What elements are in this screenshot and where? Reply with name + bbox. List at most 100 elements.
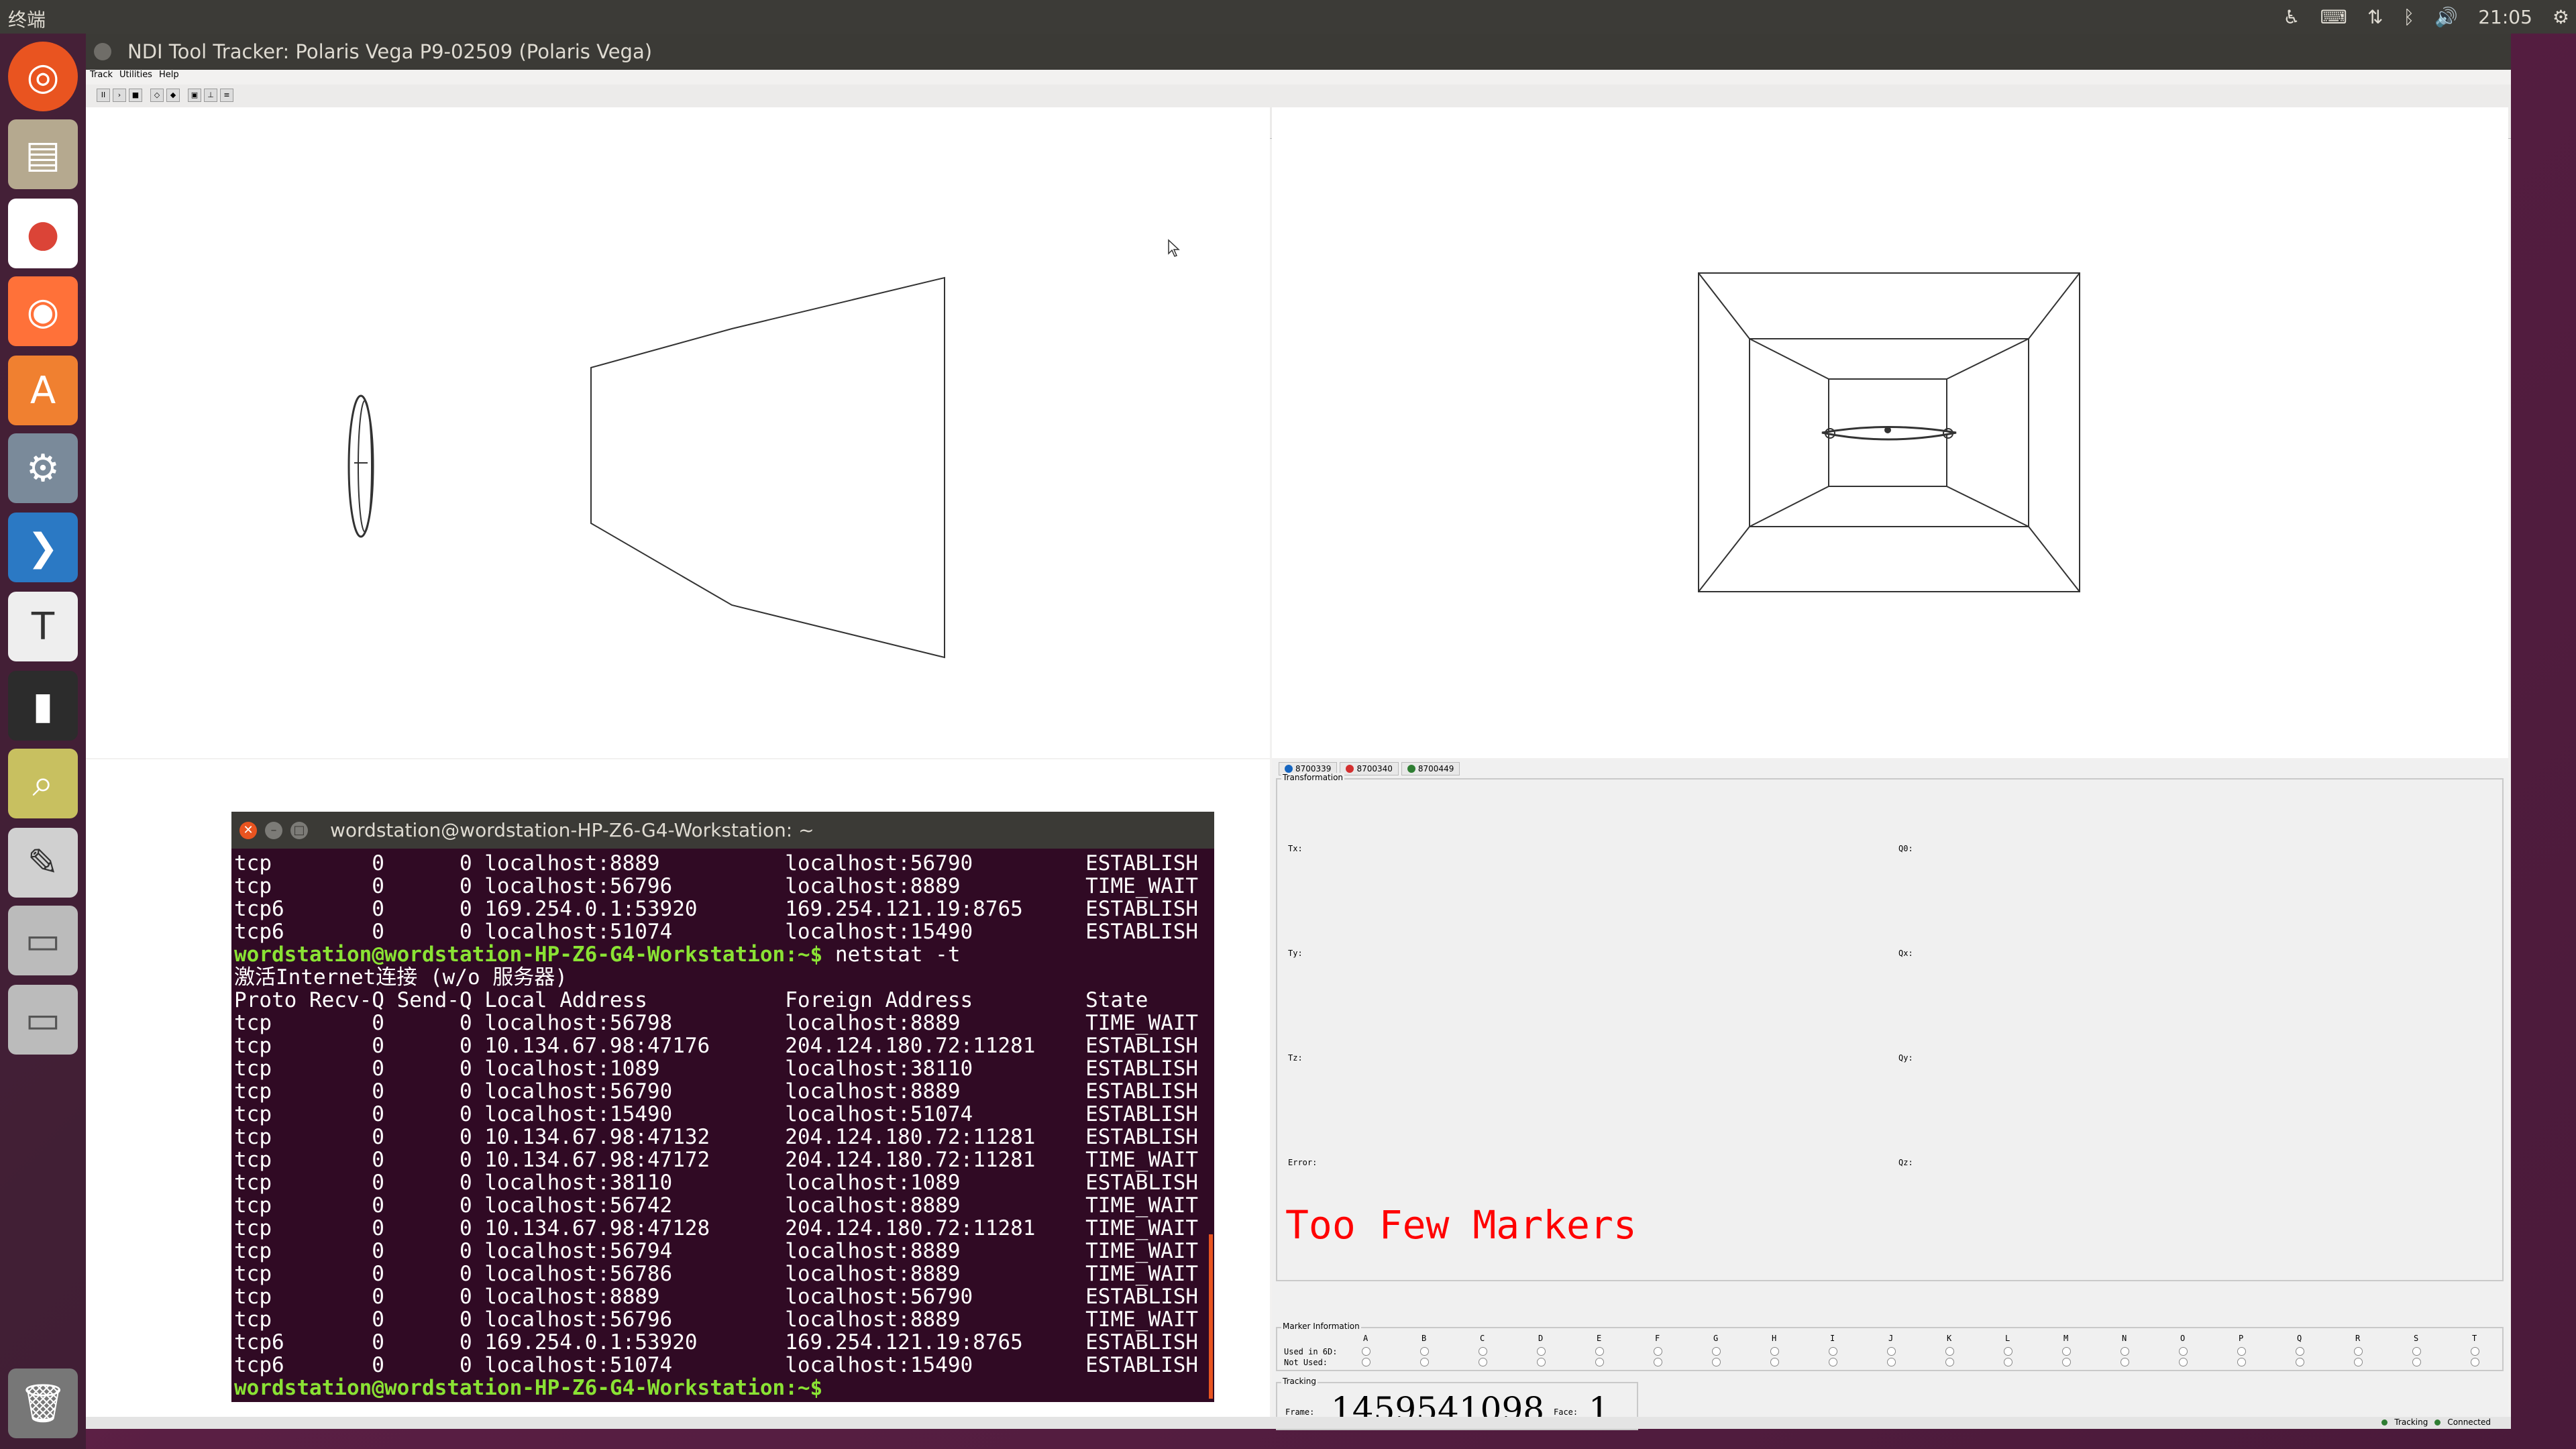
marker-letter: C (1480, 1334, 1485, 1343)
mouse-cursor-icon (1168, 239, 1180, 257)
terminal-title: wordstation@wordstation-HP-Z6-G4-Worksta… (330, 819, 814, 841)
chrome-icon[interactable]: ● (8, 199, 78, 268)
tab-tool-2[interactable]: 8700340 (1340, 762, 1399, 775)
files-icon[interactable]: ▤ (8, 119, 78, 189)
terminal-window[interactable]: ✕ – □ wordstation@wordstation-HP-Z6-G4-W… (231, 812, 1214, 1402)
frame-label: Frame: (1285, 1407, 1315, 1417)
terminal-line: tcp 0 0 localhost:38110 localhost:1089 E… (234, 1171, 1200, 1195)
drive-icon[interactable]: ▭ (8, 906, 78, 975)
marker-notused-radio (1479, 1358, 1487, 1366)
go-icon[interactable]: › (113, 89, 126, 102)
tool-2-color-icon (1346, 765, 1354, 773)
terminal-line: tcp 0 0 10.134.67.98:47132 204.124.180.7… (234, 1125, 1200, 1149)
tracking-status-icon (2381, 1419, 2388, 1426)
terminal-line: tcp 0 0 localhost:1089 localhost:38110 E… (234, 1057, 1200, 1081)
menu-help[interactable]: Help (159, 70, 179, 85)
front-view[interactable] (1272, 107, 2508, 758)
text-editor-icon[interactable]: T (8, 592, 78, 661)
menubar: Track Utilities Help (86, 70, 2511, 85)
marker-used-radio (2237, 1347, 2246, 1356)
pause-icon[interactable]: II (97, 89, 110, 102)
marker-used-radio (2354, 1347, 2363, 1356)
terminal-line: tcp 0 0 localhost:56790 localhost:8889 E… (234, 1079, 1200, 1104)
trash-icon[interactable]: 🗑 (8, 1368, 78, 1438)
marker-notused-radio (2121, 1358, 2129, 1366)
system-settings-icon[interactable]: ⚙ (8, 433, 78, 503)
terminal-scrollbar[interactable] (1209, 1234, 1213, 1399)
marker-letter: G (1713, 1334, 1719, 1343)
clock[interactable]: 21:05 (2478, 6, 2532, 28)
connected-status-icon (2434, 1419, 2441, 1426)
terminal-output-block: 激活Internet连接 (w/o 服务器) Proto Recv-Q Send-… (234, 966, 1200, 1377)
marker-letter: B (1421, 1334, 1427, 1343)
tz-label: Tz: (1288, 1053, 1303, 1063)
dash-home-icon[interactable]: ◎ (8, 42, 78, 111)
software-center-icon[interactable]: A (8, 356, 78, 425)
settings-icon[interactable]: ≡ (220, 89, 233, 102)
terminal-line: tcp 0 0 localhost:8889 localhost:56790 E… (234, 1285, 1200, 1309)
marker-notused-radio (1945, 1358, 1954, 1366)
stop-icon[interactable]: ■ (129, 89, 142, 102)
terminal-line: tcp 0 0 localhost:56796 localhost:8889 T… (234, 874, 1199, 898)
terminal-prompt: wordstation@wordstation-HP-Z6-G4-Worksta… (234, 943, 823, 967)
marker-notused-radio (1420, 1358, 1429, 1366)
terminal-output[interactable]: tcp 0 0 localhost:8889 localhost:56790 E… (234, 852, 1200, 1399)
drive-icon-2[interactable]: ▭ (8, 985, 78, 1055)
maximize-icon[interactable]: □ (290, 822, 308, 839)
marker-letter: L (2005, 1334, 2010, 1343)
volume-icon[interactable]: 🔊 (2434, 6, 2458, 28)
terminal-icon[interactable]: ▮ (8, 671, 78, 741)
marker-notused-radio (1537, 1358, 1546, 1366)
status-bar: Tracking Connected (86, 1417, 2511, 1429)
window-close-icon[interactable] (94, 43, 111, 60)
connected-status: Connected (2447, 1417, 2491, 1427)
keyboard-icon[interactable]: ⌨ (2320, 6, 2347, 28)
marker-notused-radio (2412, 1358, 2421, 1366)
vscode-icon[interactable]: ❯ (8, 513, 78, 582)
marker-used-radio (2412, 1347, 2421, 1356)
marker-used-radio (2121, 1347, 2129, 1356)
firefox-icon[interactable]: ◉ (8, 276, 78, 346)
system-tray: ♿ ⌨ ⇅ ᛒ 🔊 21:05 ⚙ (2284, 0, 2570, 34)
camera-icon[interactable]: ▣ (188, 89, 201, 102)
terminal-line: tcp 0 0 localhost:56796 localhost:8889 T… (234, 1307, 1199, 1332)
tab-tool-3[interactable]: 8700449 (1401, 762, 1460, 775)
marker-notused-radio (2354, 1358, 2363, 1366)
terminal-line: 激活Internet连接 (w/o 服务器) (234, 965, 568, 989)
marker-letter: K (1947, 1334, 1952, 1343)
marker-used-radio (1712, 1347, 1721, 1356)
terminal-line: tcp6 0 0 localhost:51074 localhost:15490… (234, 1353, 1200, 1377)
network-icon[interactable]: ⇅ (2367, 6, 2383, 28)
minimize-icon[interactable]: – (265, 822, 282, 839)
top-panel: 终端 ♿ ⌨ ⇅ ᛒ 🔊 21:05 ⚙ (0, 0, 2576, 34)
ty-label: Ty: (1288, 949, 1303, 958)
marker-used-radio (1537, 1347, 1546, 1356)
view-icon[interactable]: ◇ (150, 89, 164, 102)
front-view-graphic (1698, 272, 2080, 592)
marker-letter: R (2355, 1334, 2361, 1343)
marker-letter: J (1888, 1334, 1894, 1343)
marker-notused-radio (2179, 1358, 2188, 1366)
qx-label: Qx: (1898, 949, 1913, 958)
qy-label: Qy: (1898, 1053, 1913, 1063)
tx-label: Tx: (1288, 844, 1303, 853)
view2-icon[interactable]: ◆ (166, 89, 180, 102)
menu-utilities[interactable]: Utilities (119, 70, 152, 85)
accessibility-icon[interactable]: ♿ (2284, 6, 2300, 28)
marker-used-radio (1479, 1347, 1487, 1356)
marker-notused-radio (1887, 1358, 1896, 1366)
marker-notused-radio (2296, 1358, 2304, 1366)
bluetooth-icon[interactable]: ᛒ (2404, 6, 2415, 28)
power-gear-icon[interactable]: ⚙ (2553, 6, 2569, 28)
menu-track[interactable]: Track (90, 70, 113, 85)
tool-icon[interactable]: ⊥ (204, 89, 217, 102)
side-view[interactable] (86, 107, 1270, 758)
tool-tracker-icon[interactable]: ✎ (8, 828, 78, 898)
close-icon[interactable]: ✕ (239, 822, 257, 839)
q0-label: Q0: (1898, 844, 1913, 853)
marker-letter: P (2239, 1334, 2244, 1343)
marker-used-radio (2296, 1347, 2304, 1356)
marker-letter: S (2414, 1334, 2419, 1343)
marker-used-radio (1362, 1347, 1371, 1356)
image-viewer-icon[interactable]: ⌕ (8, 749, 78, 818)
